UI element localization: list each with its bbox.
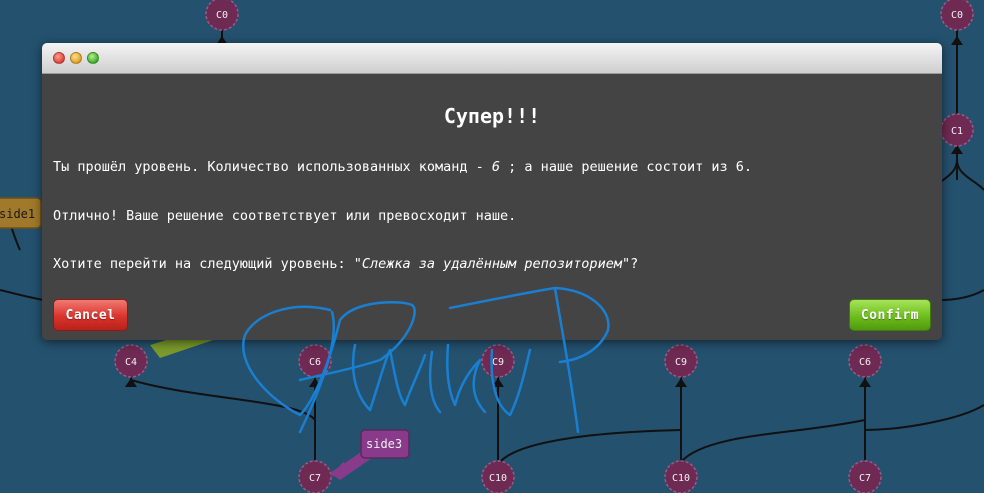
commit-label: C0 — [216, 10, 228, 21]
dialog-title: Супер!!! — [443, 104, 541, 128]
window-titlebar — [42, 43, 942, 74]
result-message: Ты прошёл уровень. Количество использова… — [53, 159, 753, 175]
branch-label: side1 — [0, 207, 35, 221]
commit-label: C1 — [951, 126, 963, 137]
commit-label: C10 — [489, 473, 507, 484]
commit-label: C10 — [672, 473, 690, 484]
commit-label: C6 — [859, 357, 871, 368]
command-count: 6 — [491, 159, 501, 175]
level-complete-dialog: Супер!!! Ты прошёл уровень. Количество и… — [42, 43, 942, 340]
commit-label: C6 — [309, 357, 321, 368]
cancel-button[interactable]: Cancel — [53, 299, 128, 331]
commit-label: C9 — [675, 357, 687, 368]
confirm-button[interactable]: Confirm — [849, 299, 931, 331]
commit-label: C9 — [492, 357, 504, 368]
commit-label: C4 — [125, 357, 137, 368]
branch-label: side3 — [366, 437, 402, 451]
commit-label: C7 — [309, 473, 321, 484]
branch-side1[interactable]: side1 — [0, 197, 42, 229]
commit-label: C7 — [859, 473, 871, 484]
next-level-prompt: Хотите перейти на следующий уровень: "Сл… — [53, 256, 639, 272]
branch-side3[interactable]: side3 — [328, 429, 410, 480]
praise-message: Отлично! Ваше решение соответствует или … — [53, 208, 517, 224]
zoom-icon[interactable] — [87, 52, 99, 64]
close-icon[interactable] — [53, 52, 65, 64]
next-level-name: "Слежка за удалённым репозиторием" — [353, 256, 631, 272]
commit-label: C0 — [951, 10, 963, 21]
minimize-icon[interactable] — [70, 52, 82, 64]
